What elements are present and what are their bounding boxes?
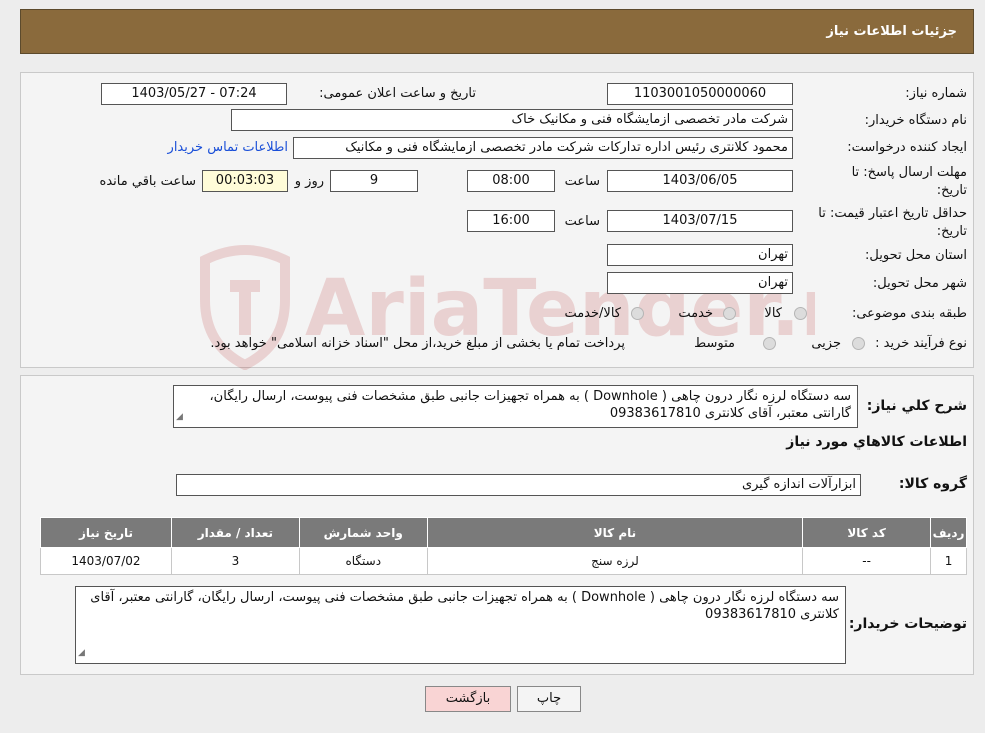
deadline-time-field[interactable]: 08:00 [467, 170, 555, 192]
province-field[interactable]: تهران [607, 244, 793, 266]
page-title: جزئیات اطلاعات نیاز [826, 24, 957, 39]
table-row[interactable]: 1 -- لرزه سنج دستگاه 3 1403/07/02 [40, 547, 967, 575]
deadline-date-field[interactable]: 1403/06/05 [607, 170, 793, 192]
deadline-label-date: تاریخ: [936, 183, 967, 198]
resize-grip-icon[interactable]: ◢ [176, 409, 183, 426]
days-label: روز و [294, 174, 324, 189]
goods-group-label: گروه کالا: [898, 476, 967, 492]
goods-table: ردیف کد کالا نام کالا واحد شمارش تعداد /… [40, 517, 967, 575]
back-button[interactable]: بازگشت [425, 686, 511, 712]
cell-name: لرزه سنج [426, 547, 804, 575]
description-label: شرح کلي نياز: [866, 398, 967, 414]
contact-buyer-link[interactable]: اطلاعات تماس خریدار [168, 140, 288, 155]
col-date: تاریخ نیاز [40, 517, 172, 548]
description-textarea[interactable]: سه دستگاه لرزه نگار درون چاهی ( Downhole… [173, 385, 858, 428]
process-radio-minor[interactable] [852, 337, 865, 350]
validity-time-field[interactable]: 16:00 [467, 210, 555, 232]
remaining-label: ساعت باقي مانده [99, 174, 196, 189]
need-number-label: شماره نیاز: [905, 86, 967, 101]
col-code: کد کالا [802, 517, 932, 548]
process-note: پرداخت تمام یا بخشی از مبلغ خرید،از محل … [210, 336, 625, 351]
buyer-org-field[interactable]: شرکت مادر تخصصی ازمایشگاه فنی و مکانیک خ… [231, 109, 793, 131]
deadline-label: مهلت ارسال پاسخ: تا [851, 165, 967, 180]
cell-unit: دستگاه [298, 547, 428, 575]
announce-field[interactable]: 1403/05/27 - 07:24 [101, 83, 287, 105]
col-row: ردیف [930, 517, 967, 548]
category-radio-goods[interactable] [794, 307, 807, 320]
process-option-minor: جزیی [811, 336, 841, 351]
process-label: نوع فرآیند خرید : [875, 336, 967, 351]
remaining-time-field: 00:03:03 [202, 170, 288, 192]
resize-grip-icon[interactable]: ◢ [78, 645, 85, 662]
cell-date: 1403/07/02 [40, 547, 172, 575]
validity-date-field[interactable]: 1403/07/15 [607, 210, 793, 232]
announce-label: تاریخ و ساعت اعلان عمومی: [319, 86, 476, 101]
print-button[interactable]: چاپ [517, 686, 581, 712]
validity-label-date: تاریخ: [936, 224, 967, 239]
category-option-goods-service: کالا/خدمت [564, 306, 621, 321]
col-unit: واحد شمارش [298, 517, 428, 548]
cell-code: -- [802, 547, 932, 575]
process-option-medium: متوسط [694, 336, 735, 351]
col-quantity: تعداد / مقدار [170, 517, 300, 548]
category-option-goods: کالا [764, 306, 782, 321]
description-text: سه دستگاه لرزه نگار درون چاهی ( Downhole… [209, 389, 851, 421]
goods-section-title: اطلاعات کالاهاي مورد نياز [786, 434, 967, 450]
creator-field[interactable]: محمود کلانتری رئیس اداره تدارکات شرکت ما… [293, 137, 793, 159]
validity-label: حداقل تاریخ اعتبار قیمت: تا [818, 206, 967, 221]
col-name: نام کالا [426, 517, 804, 548]
validity-time-label: ساعت [564, 214, 600, 229]
city-label: شهر محل تحویل: [872, 276, 967, 291]
category-radio-goods-service[interactable] [631, 307, 644, 320]
buyer-notes-text: سه دستگاه لرزه نگار درون چاهی ( Downhole… [90, 590, 839, 622]
province-label: استان محل تحویل: [865, 248, 967, 263]
buyer-notes-label: توضیحات خریدار: [848, 616, 967, 632]
days-field[interactable]: 9 [330, 170, 418, 192]
city-field[interactable]: تهران [607, 272, 793, 294]
page-header: جزئیات اطلاعات نیاز [20, 9, 974, 54]
deadline-time-label: ساعت [564, 174, 600, 189]
need-number-field[interactable]: 1103001050000060 [607, 83, 793, 105]
category-radio-service[interactable] [723, 307, 736, 320]
category-option-service: خدمت [678, 306, 713, 321]
process-radio-medium[interactable] [763, 337, 776, 350]
cell-quantity: 3 [170, 547, 300, 575]
buyer-org-label: نام دستگاه خریدار: [864, 113, 967, 128]
buyer-notes-textarea[interactable]: سه دستگاه لرزه نگار درون چاهی ( Downhole… [75, 586, 846, 664]
goods-table-header: ردیف کد کالا نام کالا واحد شمارش تعداد /… [40, 517, 967, 548]
category-label: طبقه بندی موضوعی: [851, 306, 967, 321]
cell-row: 1 [930, 547, 967, 575]
creator-label: ایجاد کننده درخواست: [847, 140, 967, 155]
goods-group-field[interactable]: ابزارآلات اندازه گیری [176, 474, 861, 496]
